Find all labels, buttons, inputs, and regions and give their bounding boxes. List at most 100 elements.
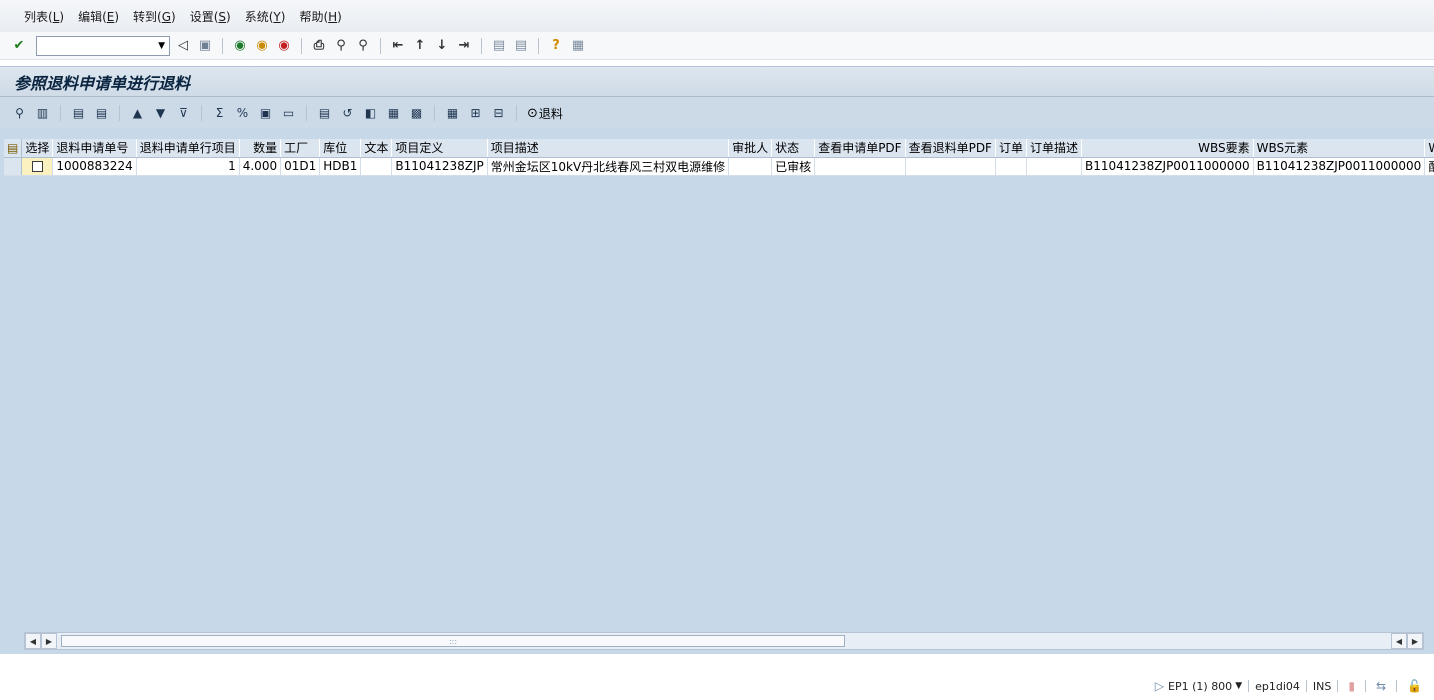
col-header-return-request-item[interactable]: 退料申请单行项目 <box>136 139 240 158</box>
row-selector[interactable] <box>4 157 23 176</box>
graphic-icon[interactable]: ◧ <box>362 105 379 122</box>
first-page-icon[interactable]: ⇤ <box>389 37 407 55</box>
col-header-view-request-pdf[interactable]: 查看申请单PDF <box>814 139 906 158</box>
new-session-icon[interactable]: ▤ <box>490 37 508 55</box>
print-preview-icon[interactable]: ▣ <box>257 105 274 122</box>
scroll-right-end-icon[interactable]: ▶ <box>1407 633 1423 649</box>
chevron-down-icon[interactable]: ▼ <box>1235 681 1242 691</box>
find-next-icon[interactable]: ⚲ <box>354 37 372 55</box>
subtotal-icon[interactable]: % <box>234 105 251 122</box>
table-row[interactable]: 1000883224 1 4.000 01D1 HDB1 B11041238ZJ… <box>4 157 1434 176</box>
select-checkbox-cell[interactable] <box>21 157 54 176</box>
export-icon[interactable]: ▭ <box>280 105 297 122</box>
col-header-select[interactable]: 选择 <box>21 139 54 158</box>
filter-icon[interactable]: ⊽ <box>175 105 192 122</box>
exit-icon[interactable]: ◉ <box>253 37 271 55</box>
insert-row-icon[interactable]: ⊞ <box>467 105 484 122</box>
col-header-project-description[interactable]: 项目描述 <box>487 139 730 158</box>
find-icon[interactable]: ⚲ <box>332 37 350 55</box>
command-field[interactable]: ▼ <box>36 35 170 56</box>
page-title: 参照退料申请单进行退料 <box>14 73 191 93</box>
col-header-return-request-no[interactable]: 退料申请单号 <box>52 139 137 158</box>
cell-order[interactable] <box>995 157 1027 176</box>
abc-analysis-icon[interactable]: ↺ <box>339 105 356 122</box>
select-all-rows-icon[interactable]: ▤ <box>4 139 23 158</box>
layout-icon[interactable]: ▥ <box>34 105 51 122</box>
next-page-icon[interactable]: ↓ <box>433 37 451 55</box>
cell-quantity[interactable]: 4.000 <box>239 157 282 176</box>
save-icon[interactable]: ▣ <box>196 37 214 55</box>
col-header-status[interactable]: 状态 <box>771 139 816 158</box>
cell-wbs-description[interactable]: 配网检 <box>1424 157 1434 176</box>
col-header-project-definition[interactable]: 项目定义 <box>391 139 488 158</box>
col-header-wbs-element[interactable]: WBS要素 <box>1081 139 1254 158</box>
select-all-icon[interactable]: ▤ <box>70 105 87 122</box>
menu-settings[interactable]: 设置(S) <box>190 8 231 25</box>
toolbar-separator <box>119 105 120 121</box>
cell-plant[interactable]: 01D1 <box>280 157 321 176</box>
menu-goto[interactable]: 转到(G) <box>133 8 176 25</box>
menu-list[interactable]: 列表(L) <box>24 8 64 25</box>
scroll-right-icon[interactable]: ▶ <box>41 633 57 649</box>
col-header-wbs-description[interactable]: WBS描 <box>1424 139 1434 158</box>
details-icon[interactable]: ⚲ <box>11 105 28 122</box>
sum-icon[interactable]: Σ <box>211 105 228 122</box>
cell-approver[interactable] <box>728 157 773 176</box>
cancel-icon[interactable]: ◉ <box>275 37 293 55</box>
word-processing-icon[interactable]: ▤ <box>316 105 333 122</box>
scroll-left-end-icon[interactable]: ◀ <box>1391 633 1407 649</box>
col-header-order-description[interactable]: 订单描述 <box>1026 139 1083 158</box>
previous-page-icon[interactable]: ↑ <box>411 37 429 55</box>
col-header-plant[interactable]: 工厂 <box>280 139 321 158</box>
horizontal-scrollbar[interactable]: ◀ ▶ ::: ◀ ▶ <box>24 632 1424 650</box>
sort-ascending-icon[interactable]: ▲ <box>129 105 146 122</box>
scroll-left-icon[interactable]: ◀ <box>25 633 41 649</box>
col-header-order[interactable]: 订单 <box>995 139 1027 158</box>
col-header-view-return-pdf[interactable]: 查看退料单PDF <box>905 139 996 158</box>
col-header-approver[interactable]: 审批人 <box>728 139 773 158</box>
col-header-text[interactable]: 文本 <box>360 139 393 158</box>
cell-text[interactable] <box>360 157 393 176</box>
cell-return-request-item[interactable]: 1 <box>136 157 240 176</box>
shortcut-icon[interactable]: ▤ <box>512 37 530 55</box>
scrollbar-thumb[interactable]: ::: <box>61 635 845 647</box>
sort-descending-icon[interactable]: ▼ <box>152 105 169 122</box>
cell-view-return-pdf[interactable] <box>905 157 996 176</box>
customize-layout-icon[interactable]: ▦ <box>569 37 587 55</box>
select-checkbox[interactable] <box>31 161 43 172</box>
menu-help[interactable]: 帮助(H) <box>299 8 341 25</box>
status-expand-icon[interactable]: ▷ <box>1155 679 1164 693</box>
col-header-wbs-element-2[interactable]: WBS元素 <box>1253 139 1426 158</box>
back-arrow-icon[interactable]: ◁ <box>174 37 192 55</box>
choose-layout-icon[interactable]: ▦ <box>385 105 402 122</box>
toolbar-separator <box>60 105 61 121</box>
enter-check-icon[interactable]: ✔ <box>10 37 28 55</box>
cell-project-definition[interactable]: B11041238ZJP <box>391 157 488 176</box>
cell-wbs-element-2[interactable]: B11041238ZJP0011000000 <box>1253 157 1426 176</box>
delete-row-icon[interactable]: ⊟ <box>490 105 507 122</box>
help-icon[interactable]: ? <box>547 37 565 55</box>
chevron-down-icon[interactable]: ▼ <box>158 41 169 51</box>
cell-storage-location[interactable]: HDB1 <box>319 157 362 176</box>
back-icon[interactable]: ◉ <box>231 37 249 55</box>
return-material-button[interactable]: ⊙ 退料 <box>527 105 563 122</box>
cell-wbs-element[interactable]: B11041238ZJP0011000000 <box>1081 157 1254 176</box>
last-page-icon[interactable]: ⇥ <box>455 37 473 55</box>
cell-return-request-no[interactable]: 1000883224 <box>52 157 137 176</box>
cell-project-description[interactable]: 常州金坛区10kV丹北线春风三村双电源维修 <box>487 157 730 176</box>
menu-system[interactable]: 系统(Y) <box>245 8 286 25</box>
cell-status[interactable]: 已审核 <box>771 157 816 176</box>
grid-icon[interactable]: ▦ <box>444 105 461 122</box>
save-layout-icon[interactable]: ▩ <box>408 105 425 122</box>
system-info[interactable]: EP1 (1) 800 <box>1168 680 1232 693</box>
deselect-all-icon[interactable]: ▤ <box>93 105 110 122</box>
cell-view-request-pdf[interactable] <box>814 157 906 176</box>
col-header-storage-location[interactable]: 库位 <box>319 139 362 158</box>
col-header-quantity[interactable]: 数量 <box>239 139 282 158</box>
insert-mode[interactable]: INS <box>1313 680 1331 693</box>
lock-icon[interactable]: 🔓 <box>1407 679 1422 693</box>
menu-edit[interactable]: 编辑(E) <box>78 8 119 25</box>
toolbar-separator <box>481 37 482 54</box>
cell-order-description[interactable] <box>1026 157 1083 176</box>
print-icon[interactable]: ⎙ <box>310 37 328 55</box>
